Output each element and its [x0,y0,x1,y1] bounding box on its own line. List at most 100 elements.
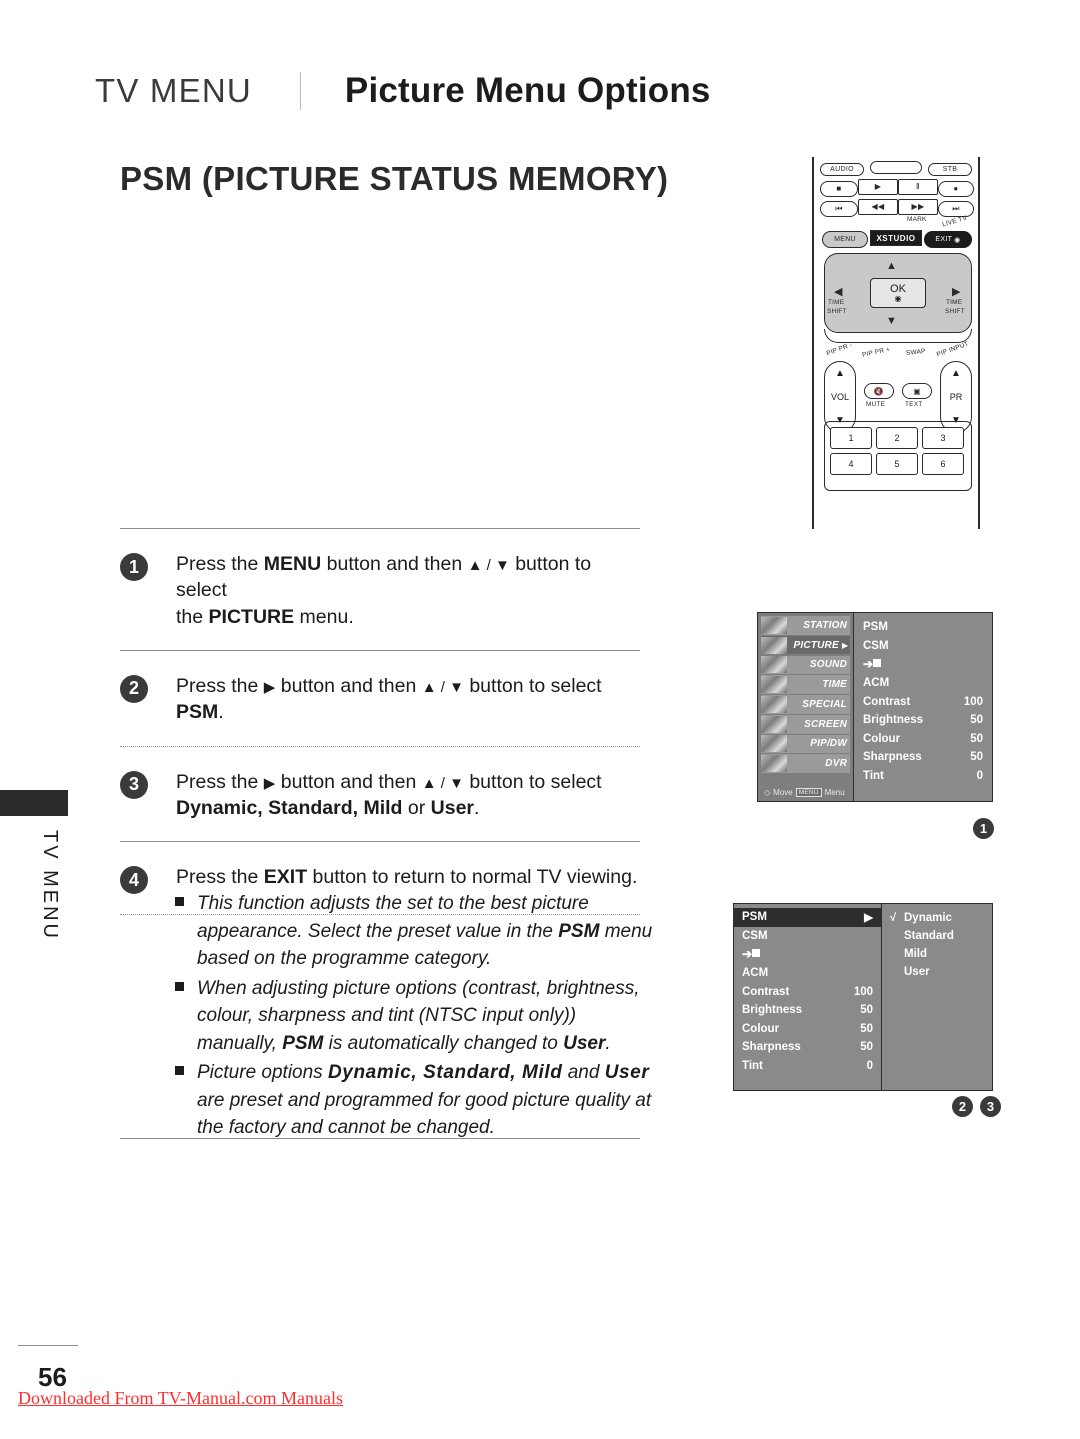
arrow-up-icon[interactable]: ▲ [886,260,897,272]
remote-ok-button[interactable]: OK ◉ [870,278,926,308]
page-header: TV MENU Picture Menu Options [95,60,795,122]
osd-row-xd[interactable]: ➔ [863,655,983,674]
arrow-right-icon[interactable]: ▶ [952,285,961,298]
keypad-key-5[interactable]: 5 [876,453,918,475]
menu-chip: MENU [795,788,822,797]
osd-sidebar-item-station[interactable]: STATION [761,616,850,635]
osd-screen-psm-submenu: PSM ▶ CSM ➔ ACM Contrast 100 Brightness [733,903,993,1091]
step-text-fragment: . [474,796,480,819]
osd-sidebar-item-screen[interactable]: SCREEN [761,714,850,734]
note-keyword: PSM [282,1032,324,1054]
note-text-fragment: are preset and programmed for good pictu… [197,1089,652,1139]
keypad-key-3[interactable]: 3 [922,427,964,449]
osd-row-value: 0 [976,770,983,783]
osd-psm-option-mild[interactable]: Mild [890,945,984,963]
osd-row-psm[interactable]: PSM [863,618,983,637]
remote-body: AUDIO STB ■ ▶ Ⅱ ● ⏮ ◀◀ ▶▶ ⏭ MARK LIVE TV… [812,157,980,529]
osd-psm-option-dynamic[interactable]: √ Dynamic [890,909,984,927]
pip-pr-minus-label[interactable]: PIP PR - [826,342,854,358]
osd-row-label: Colour [863,732,901,745]
osd-psm-option-label: Dynamic [904,912,952,924]
skip-forward-icon[interactable]: ⏭ [938,201,974,217]
step-item-3: 3 Press the ▶ button and then ▲ / ▼ butt… [120,747,640,842]
header-kicker: TV MENU [95,72,252,109]
osd-row-xd[interactable]: ➔ [742,945,873,964]
arrow-up-down-icon: ▲ / ▼ [467,557,510,574]
osd-psm-option-standard[interactable]: Standard [890,927,984,945]
osd-sidebar-item-pip-dw[interactable]: PIP/DW [761,734,850,754]
note-text-fragment: is automatically changed to [323,1032,564,1054]
arrow-down-icon[interactable]: ▼ [886,315,897,327]
side-tab-label: TV MENU [39,830,61,941]
step-keyword: PSM [176,701,219,724]
fast-forward-icon[interactable]: ▶▶ [898,199,938,215]
step-text-fragment: or [402,796,431,819]
step-text-fragment: Press the [176,770,264,793]
osd-row-psm[interactable]: PSM ▶ [734,908,881,927]
osd-row-acm[interactable]: ACM [863,674,983,693]
osd-row-value: 50 [970,714,983,727]
osd-row-tint[interactable]: Tint 0 [863,767,983,786]
menu-label: Menu [824,788,845,797]
osd-psm-option-user[interactable]: User [890,963,984,981]
rewind-icon[interactable]: ◀◀ [858,199,898,215]
osd-row-brightness[interactable]: Brightness 50 [863,711,983,730]
text-icon[interactable]: ▣ [902,383,932,399]
station-thumbnail-icon [761,616,787,634]
osd-row-acm[interactable]: ACM [742,964,873,983]
osd-sidebar-item-sound[interactable]: SOUND [761,655,850,675]
volume-up-icon[interactable]: ▲ [835,368,845,379]
pip-pr-plus-label[interactable]: PIP PR + [862,346,891,359]
step-text-fragment: Press the [176,553,264,575]
swap-label[interactable]: SWAP [906,348,926,357]
programme-up-icon[interactable]: ▲ [951,368,961,379]
mute-icon[interactable]: 🔇 [864,383,894,399]
keypad-key-6[interactable]: 6 [922,453,964,475]
keypad-key-4[interactable]: 4 [830,453,872,475]
download-watermark: Downloaded From TV-Manual.com Manuals [18,1388,343,1408]
osd-row-colour[interactable]: Colour 50 [863,730,983,749]
osd-row-tint[interactable]: Tint 0 [742,1057,873,1076]
remote-audio-button[interactable]: AUDIO [820,163,864,176]
step-text-fragment: the [176,605,209,628]
skip-back-icon[interactable]: ⏮ [820,201,858,217]
osd-sidebar-label: STATION [803,619,847,631]
remote-stb-button[interactable]: STB [928,163,972,176]
osd-row-csm[interactable]: CSM [742,927,873,946]
pip-input-label[interactable]: PIP INPUT [936,340,970,358]
remote-menu-button[interactable]: MENU [822,231,868,248]
remote-xstudio-button[interactable]: XSTUDIO [870,230,922,246]
osd-row-label: PSM [742,911,767,924]
osd-row-csm[interactable]: CSM [863,637,983,656]
osd-row-contrast[interactable]: Contrast 100 [863,692,983,711]
osd-row-brightness[interactable]: Brightness 50 [742,1001,873,1020]
note-item: This function adjusts the set to the bes… [175,890,655,973]
osd-row-label: Contrast [863,695,911,708]
arrow-up-down-icon: ▲ / ▼ [421,678,464,696]
osd-row-colour[interactable]: Colour 50 [742,1020,873,1039]
arrow-left-icon[interactable]: ◀ [834,285,843,298]
osd-row-contrast[interactable]: Contrast 100 [742,982,873,1001]
osd-sidebar-item-picture[interactable]: PICTURE ▶ [761,635,850,655]
remote-unlabeled-button[interactable] [870,161,922,174]
footer-divider [18,1345,78,1346]
note-keyword: User [604,1062,650,1084]
step-keyword: Dynamic, Standard, Mild [176,796,403,819]
osd-sidebar-item-time[interactable]: TIME [761,675,850,694]
osd-row-sharpness[interactable]: Sharpness 50 [863,748,983,767]
osd-row-sharpness[interactable]: Sharpness 50 [742,1038,873,1057]
callout-badge-1: 1 [973,818,994,839]
osd-options-pane: PSM CSM ➔ ACM Contrast 100 Brightness 50… [853,613,992,801]
remote-exit-button[interactable]: EXIT ◉ [924,231,972,248]
record-icon[interactable]: ● [938,181,974,197]
pause-icon[interactable]: Ⅱ [898,179,938,195]
stop-icon[interactable]: ■ [820,181,858,197]
osd-sidebar-item-special[interactable]: SPECIAL [761,695,850,714]
osd-sidebar-label: SOUND [809,659,847,671]
osd-sidebar-item-dvr[interactable]: DVR [761,754,850,774]
keypad-key-1[interactable]: 1 [830,427,872,449]
step-item-1: 1 Press the MENU button and then ▲ / ▼ b… [120,529,640,650]
step-text-fragment: button and then [275,770,422,793]
play-icon[interactable]: ▶ [858,179,898,195]
keypad-key-2[interactable]: 2 [876,427,918,449]
